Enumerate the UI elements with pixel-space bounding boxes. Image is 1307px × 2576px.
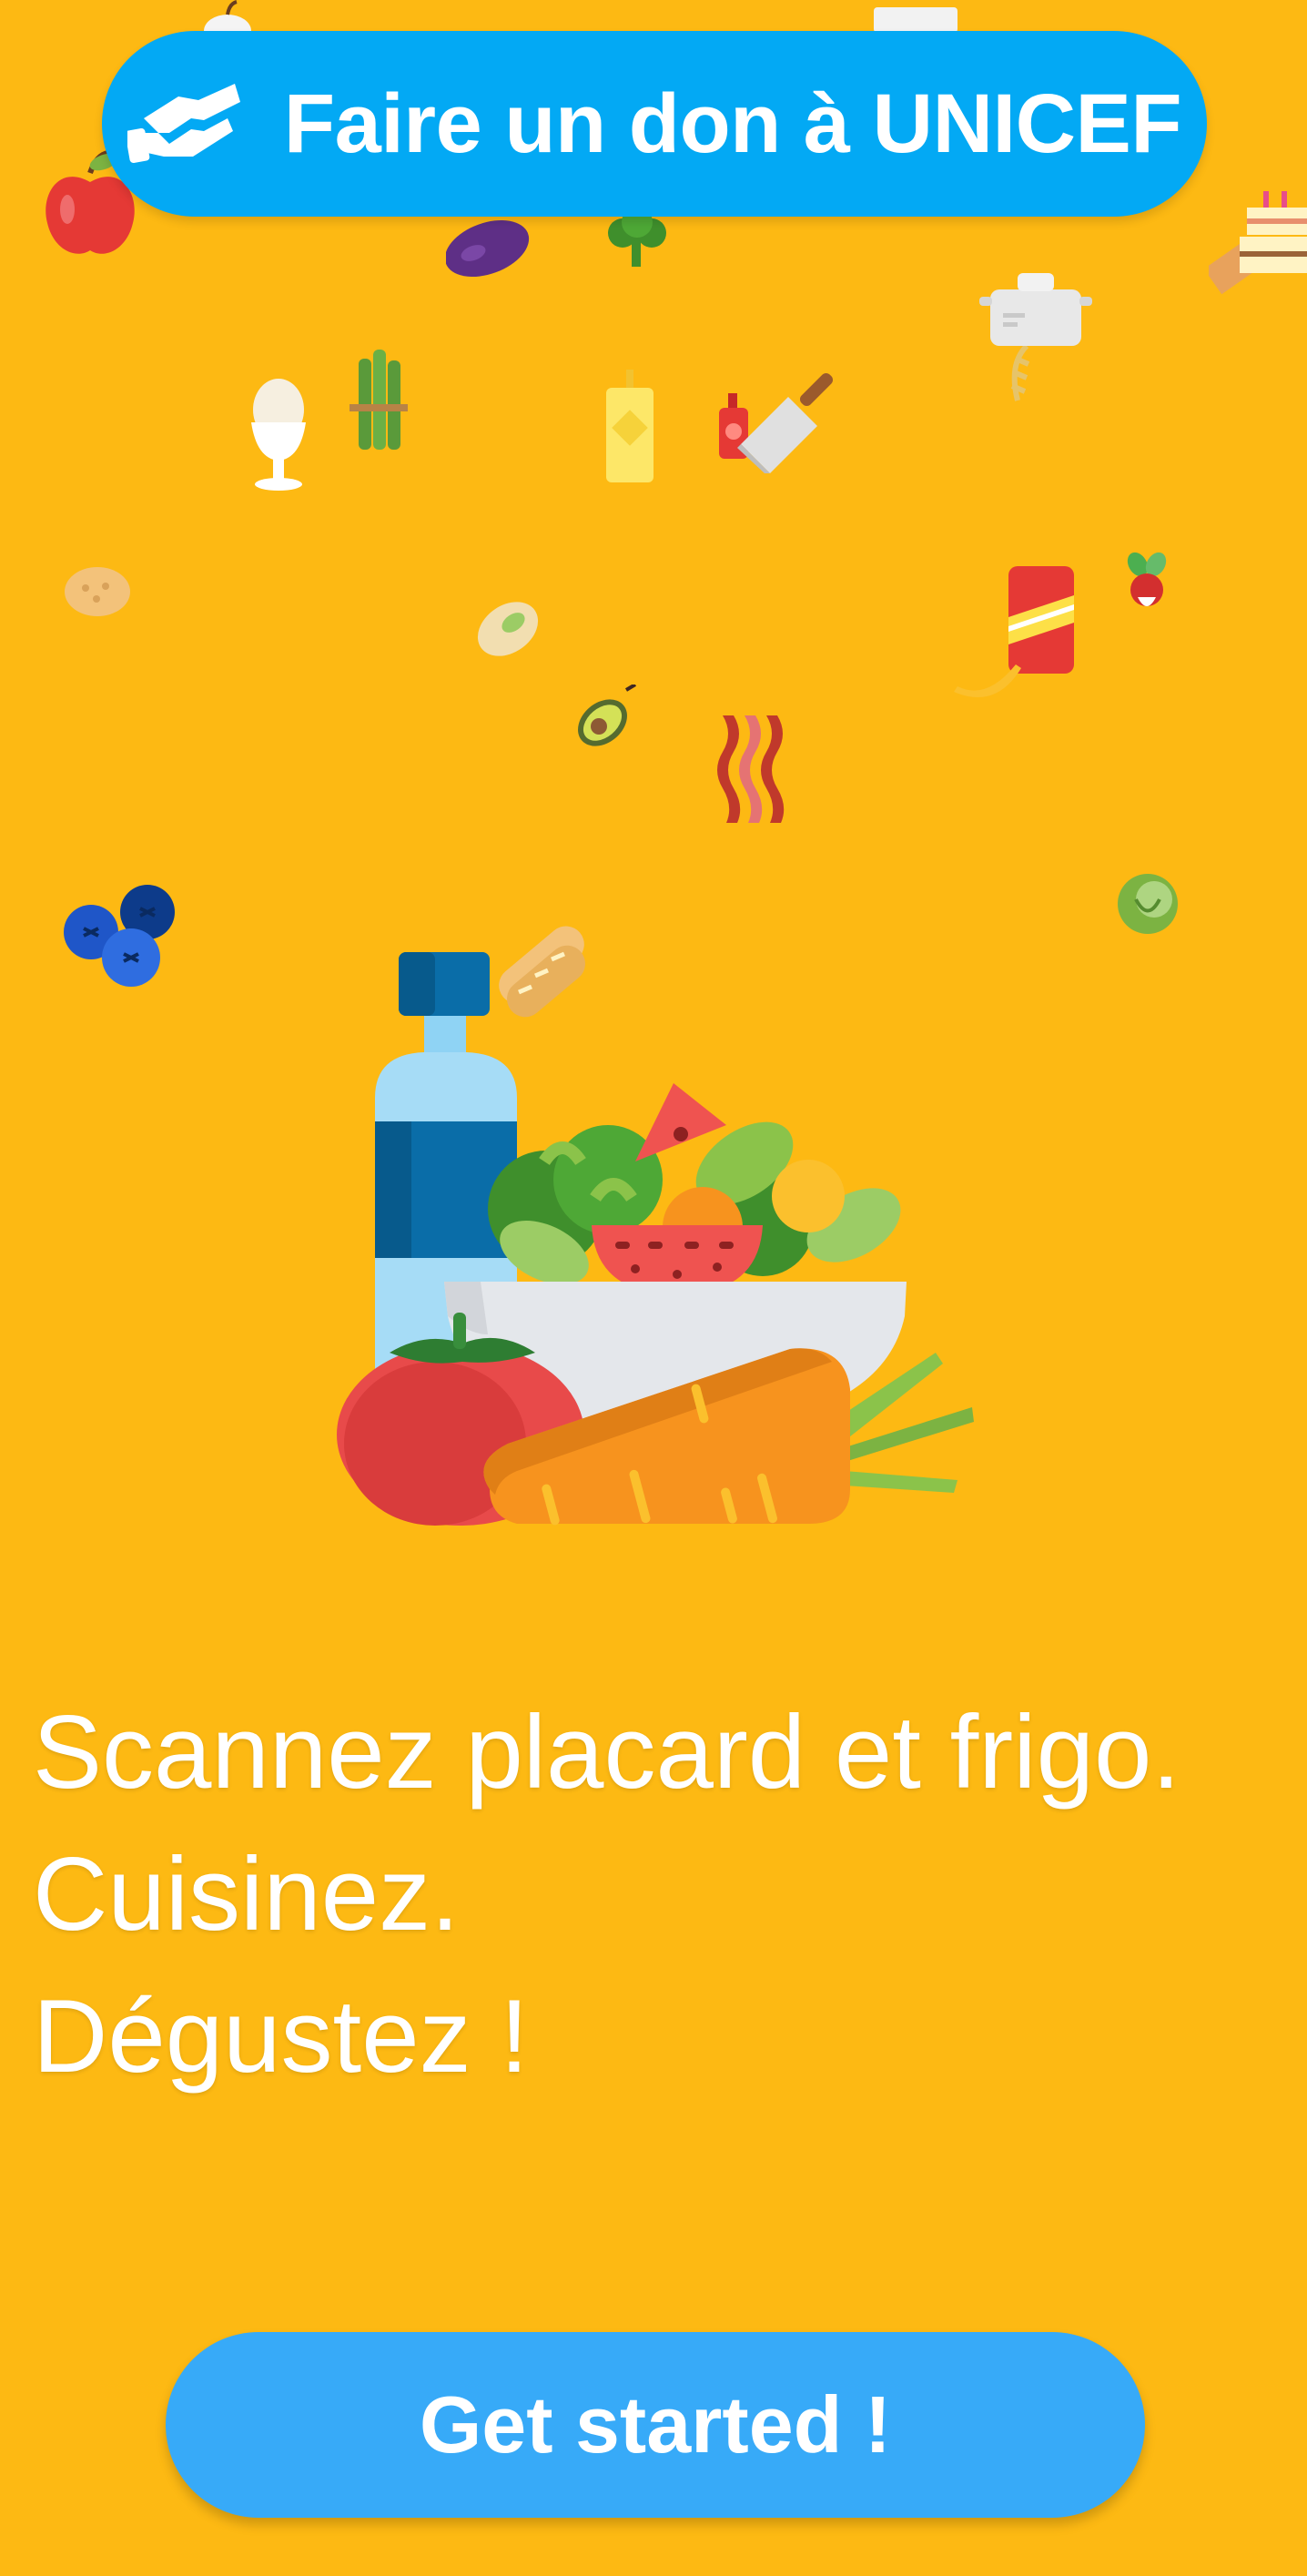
cleaver-icon — [737, 372, 834, 473]
eggplant-icon — [446, 219, 530, 278]
asparagus-icon — [350, 350, 408, 450]
bacon-icon — [717, 715, 785, 823]
blueberries-icon — [64, 885, 175, 987]
lettuce-icon — [1118, 874, 1178, 934]
pie-icon — [65, 567, 130, 616]
get-started-label: Get started ! — [419, 2379, 892, 2470]
pistachio-icon — [477, 602, 539, 656]
donate-unicef-button[interactable]: Faire un don à UNICEF — [102, 31, 1207, 217]
tagline-line-3: Dégustez ! — [33, 1979, 529, 2094]
mustard-icon — [606, 370, 654, 482]
food-bowl-illustration — [337, 952, 974, 1526]
tagline: Scannez placard et frigo. Cuisinez. Dégu… — [33, 1682, 1289, 2108]
get-started-button[interactable]: Get started ! — [166, 2332, 1145, 2518]
cake-icon — [1209, 191, 1307, 295]
donate-button-label: Faire un don à UNICEF — [283, 76, 1182, 170]
cooking-pot-icon — [979, 273, 1092, 401]
tagline-line-1: Scannez placard et frigo. — [33, 1695, 1181, 1810]
tagline-line-2: Cuisinez. — [33, 1837, 460, 1952]
egg-icon — [251, 379, 306, 491]
banana-icon — [954, 664, 1021, 698]
cooking-pot-icon — [874, 7, 957, 33]
avocado-icon — [578, 685, 637, 746]
hand-gift-icon — [127, 84, 240, 164]
radish-icon — [1127, 552, 1167, 606]
